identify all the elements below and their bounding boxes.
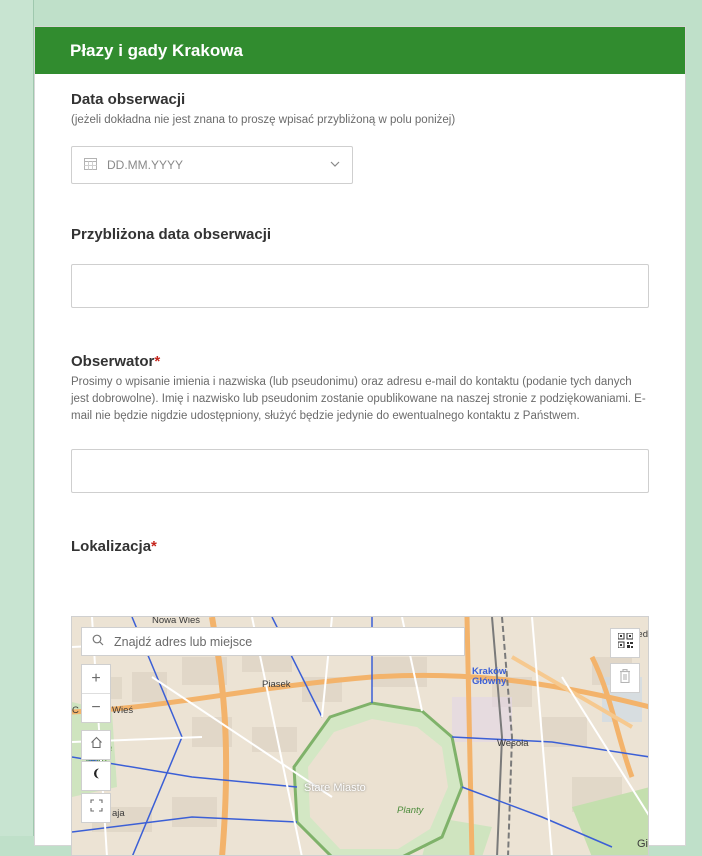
zoom-in-button[interactable]: + (82, 665, 110, 693)
map-zoom-controls: + − (81, 664, 111, 723)
observer-title-text: Obserwator (71, 353, 155, 370)
date-picker[interactable]: DD.MM.YYYY (71, 146, 353, 184)
approx-date-question-title: Przybliżona data obserwacji (71, 226, 272, 243)
approx-date-question: Przybliżona data obserwacji (71, 226, 649, 308)
map-label-piasek: Piasek (262, 679, 291, 690)
required-mark: * (151, 538, 157, 555)
map-label-nowa-wies: Nowa Wieś (152, 616, 201, 626)
required-mark: * (154, 353, 161, 370)
locate-icon (90, 767, 103, 785)
observer-question: Obserwator* Prosimy o wpisanie imienia i… (71, 353, 649, 493)
qr-code-icon (617, 632, 633, 653)
observer-question-title: Obserwator* (71, 353, 649, 370)
form-header: Płazy i gady Krakowa (35, 27, 685, 74)
observer-question-description: Prosimy o wpisanie imienia i nazwiska (l… (71, 376, 646, 422)
map-label-wies: Wieś (112, 705, 134, 716)
map-label-planty: Planty (397, 805, 424, 816)
survey-form-card: Płazy i gady Krakowa Data obserwacji (je… (34, 26, 686, 856)
chevron-down-icon (330, 158, 340, 172)
delete-button[interactable] (610, 663, 640, 693)
zoom-out-button[interactable]: − (82, 693, 110, 722)
date-question-hint: (jeżeli dokładna nie jest znana to prosz… (71, 114, 456, 126)
qr-code-button[interactable] (610, 628, 640, 658)
location-map[interactable]: Nowa Wieś Piasek C Wieś Kraków Główny We… (71, 616, 649, 856)
location-question: Lokalizacja* (71, 538, 649, 555)
map-label-edge-maja: aja (112, 808, 125, 819)
search-icon (92, 634, 104, 649)
page-left-margin (0, 0, 34, 836)
form-content: Data obserwacji (jeżeli dokładna nie jes… (35, 91, 685, 555)
map-label-stare-miasto: Stare Miasto (304, 782, 366, 794)
map-search-box[interactable]: Znajdź adres lub miejsce (81, 627, 465, 656)
map-label-edge-gi: Gi (637, 838, 648, 850)
map-search-placeholder: Znajdź adres lub miejsce (114, 634, 253, 649)
map-label-krakow-glowny-2: Główny (472, 676, 507, 687)
home-button[interactable] (81, 730, 111, 760)
trash-icon (619, 668, 631, 688)
date-placeholder: DD.MM.YYYY (107, 158, 184, 172)
fullscreen-button[interactable] (81, 793, 111, 823)
location-question-title: Lokalizacja* (71, 538, 649, 555)
fullscreen-icon (89, 799, 103, 817)
approx-date-input[interactable] (71, 264, 649, 308)
map-label-wesola: Wesoła (497, 738, 529, 749)
observer-input[interactable] (71, 449, 649, 493)
date-question-title: Data obserwacji (71, 91, 186, 108)
locate-button[interactable] (81, 761, 111, 791)
form-title: Płazy i gady Krakowa (70, 41, 243, 60)
home-icon (90, 736, 103, 754)
map-label-edge-c: C (72, 705, 79, 716)
calendar-icon (84, 157, 97, 173)
date-question: Data obserwacji (jeżeli dokładna nie jes… (71, 91, 649, 184)
location-title-text: Lokalizacja (71, 538, 152, 555)
